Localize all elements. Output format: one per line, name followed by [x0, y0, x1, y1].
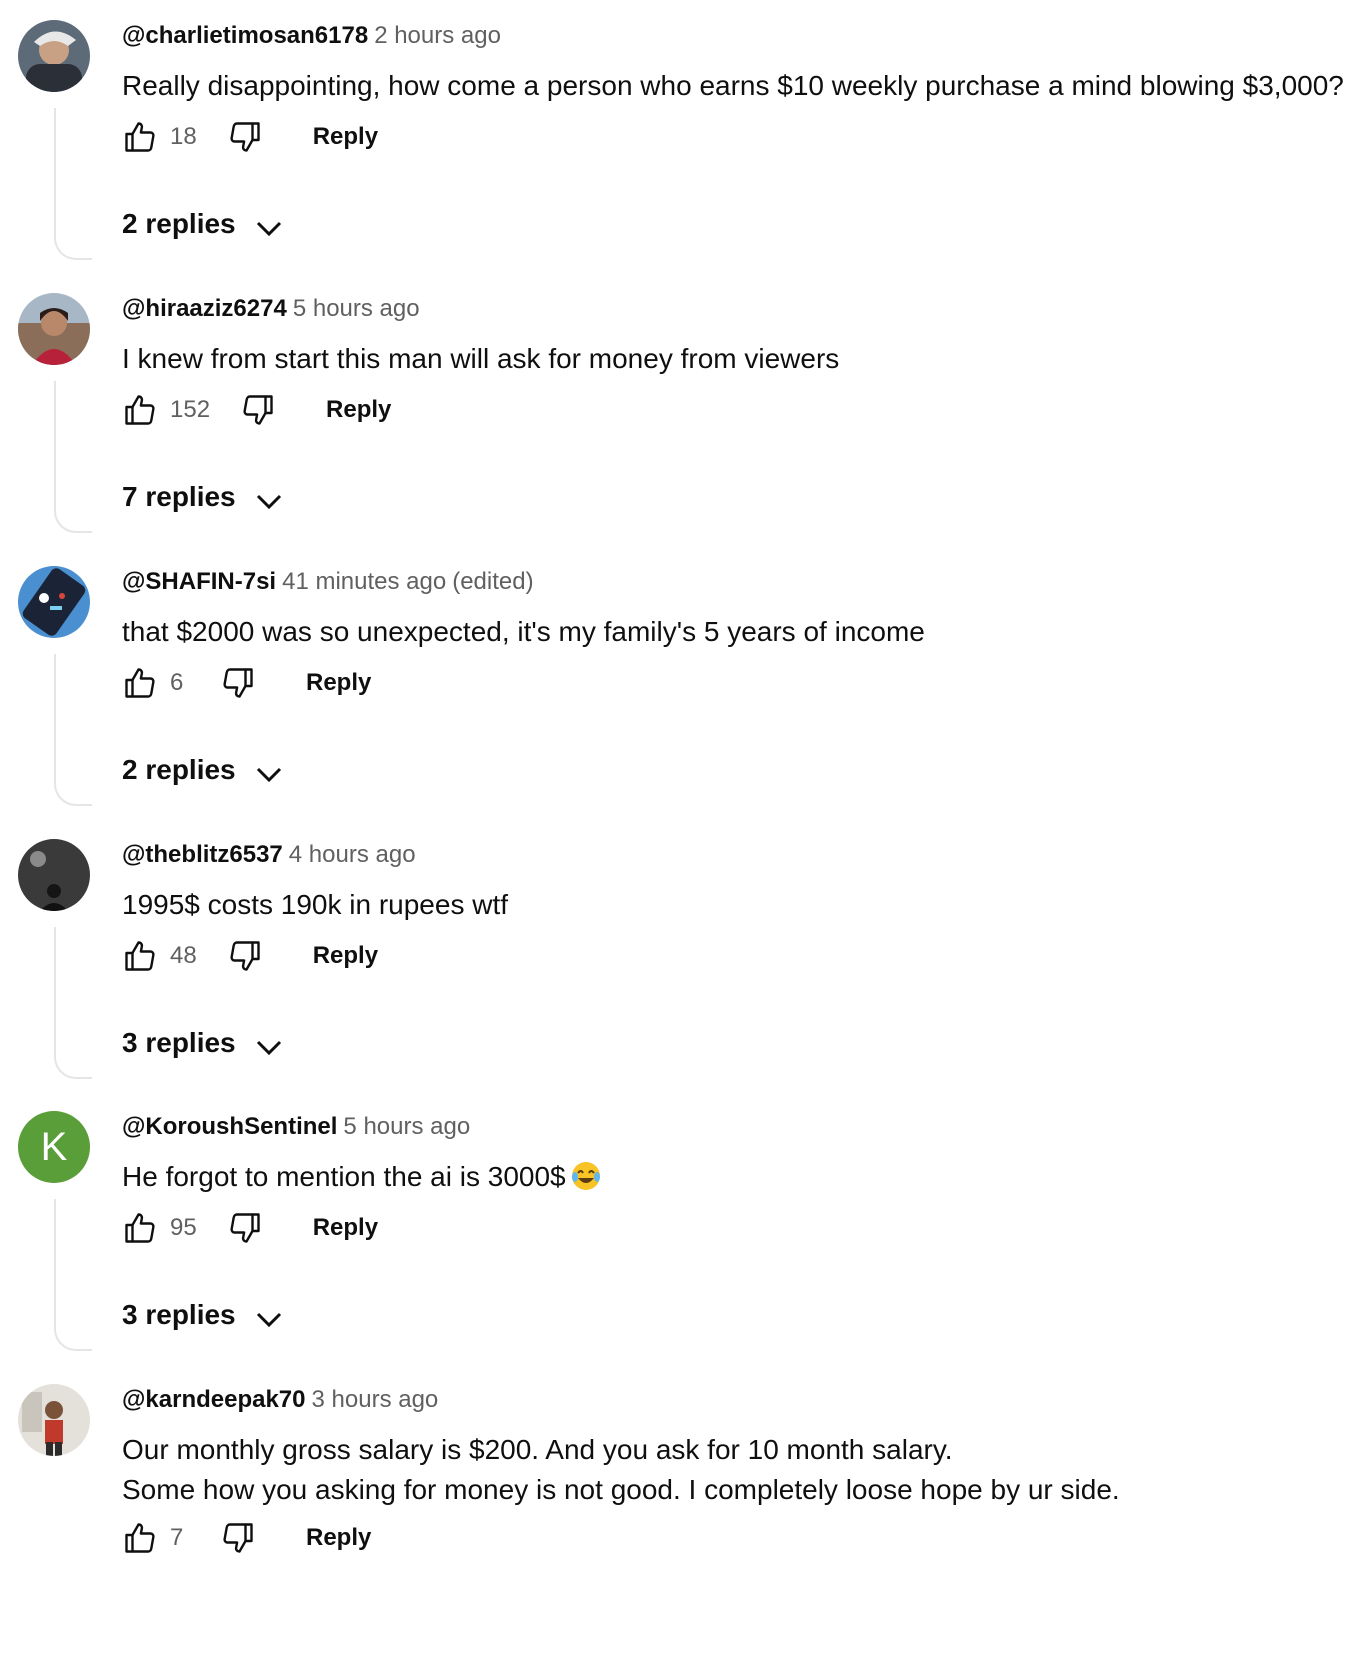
- like-count: 18: [170, 123, 197, 150]
- thread-line: [54, 927, 92, 1079]
- view-replies-button[interactable]: 2 replies: [122, 208, 284, 240]
- comment-text: He forgot to mention the ai is 3000$: [122, 1157, 1342, 1197]
- thumbs-down-icon[interactable]: [240, 392, 276, 428]
- timestamp[interactable]: 3 hours ago: [312, 1386, 439, 1413]
- author-name[interactable]: @karndeepak70: [122, 1386, 306, 1413]
- chevron-down-icon: [254, 1033, 284, 1056]
- timestamp[interactable]: 5 hours ago: [343, 1113, 470, 1140]
- comment-actions: 152 Reply: [122, 390, 391, 430]
- comment-header: @karndeepak70 3 hours ago: [122, 1386, 438, 1414]
- thumbs-down-icon[interactable]: [220, 1520, 256, 1556]
- comment-actions: 95 Reply: [122, 1208, 378, 1248]
- like-count: 6: [170, 669, 184, 696]
- timestamp[interactable]: 2 hours ago: [374, 22, 501, 49]
- avatar[interactable]: [18, 566, 90, 638]
- thumbs-up-icon[interactable]: [122, 119, 158, 155]
- comments-section: @charlietimosan6178 2 hours ago Really di…: [0, 0, 1368, 1678]
- replies-count-label: 2 replies: [122, 754, 236, 785]
- avatar[interactable]: [18, 20, 90, 92]
- reply-button[interactable]: Reply: [326, 396, 391, 424]
- replies-count-label: 3 replies: [122, 1299, 236, 1330]
- view-replies-button[interactable]: 3 replies: [122, 1299, 284, 1331]
- author-name[interactable]: @charlietimosan6178: [122, 22, 368, 49]
- thread-line: [54, 654, 92, 806]
- replies-count-label: 2 replies: [122, 208, 236, 239]
- thumbs-down-icon[interactable]: [220, 665, 256, 701]
- reply-button[interactable]: Reply: [313, 942, 378, 970]
- author-name[interactable]: @KoroushSentinel: [122, 1113, 337, 1140]
- thumbs-up-icon[interactable]: [122, 1520, 158, 1556]
- comment-text: Our monthly gross salary is $200. And yo…: [122, 1430, 1342, 1510]
- chevron-down-icon: [254, 214, 284, 237]
- author-name[interactable]: @SHAFIN-7si: [122, 568, 276, 595]
- thumbs-down-icon[interactable]: [227, 938, 263, 974]
- view-replies-button[interactable]: 7 replies: [122, 481, 284, 513]
- like-count: 48: [170, 942, 197, 969]
- comment-text-line: Some how you asking for money is not goo…: [122, 1474, 1120, 1505]
- comment-text-line: I knew from start this man will ask for …: [122, 343, 840, 374]
- view-replies-button[interactable]: 3 replies: [122, 1027, 284, 1059]
- comment-header: @charlietimosan6178 2 hours ago: [122, 22, 501, 50]
- like-count: 152: [170, 396, 211, 423]
- timestamp[interactable]: 5 hours ago: [293, 295, 420, 322]
- view-replies-button[interactable]: 2 replies: [122, 754, 284, 786]
- avatar-letter: K: [18, 1111, 90, 1183]
- edited-label: (edited): [452, 568, 534, 595]
- thumbs-up-icon[interactable]: [122, 392, 158, 428]
- thread-line: [54, 381, 92, 533]
- thumbs-up-icon[interactable]: [122, 665, 158, 701]
- thumbs-down-icon[interactable]: [227, 1210, 263, 1246]
- comment-text: 1995$ costs 190k in rupees wtf: [122, 885, 1342, 925]
- comment-text-line: He forgot to mention the ai is 3000$: [122, 1157, 1342, 1197]
- chevron-down-icon: [254, 760, 284, 783]
- comment-header: @theblitz6537 4 hours ago: [122, 841, 416, 869]
- comment-header: @KoroushSentinel 5 hours ago: [122, 1113, 470, 1141]
- author-name[interactable]: @hiraaziz6274: [122, 295, 287, 322]
- like-count: 95: [170, 1214, 197, 1241]
- thumbs-up-icon[interactable]: [122, 1210, 158, 1246]
- avatar[interactable]: [18, 1384, 90, 1456]
- replies-count-label: 3 replies: [122, 1027, 236, 1058]
- face-with-tears-of-joy-icon: [570, 1160, 602, 1192]
- reply-button[interactable]: Reply: [313, 1214, 378, 1242]
- comment-text-line: Our monthly gross salary is $200. And yo…: [122, 1434, 953, 1465]
- comment-text-line: 1995$ costs 190k in rupees wtf: [122, 889, 509, 920]
- reply-button[interactable]: Reply: [306, 1524, 371, 1552]
- reply-button[interactable]: Reply: [313, 123, 378, 151]
- comment-actions: 18 Reply: [122, 117, 378, 157]
- comment-actions: 48 Reply: [122, 936, 378, 976]
- thumbs-up-icon[interactable]: [122, 938, 158, 974]
- comment-actions: 6 Reply: [122, 663, 371, 703]
- timestamp[interactable]: 4 hours ago: [289, 841, 416, 868]
- thread-line: [54, 1199, 92, 1351]
- comment-text-line: Really disappointing, how come a person …: [122, 70, 1344, 101]
- reply-button[interactable]: Reply: [306, 669, 371, 697]
- chevron-down-icon: [254, 1305, 284, 1328]
- comment-header: @hiraaziz6274 5 hours ago: [122, 295, 420, 323]
- timestamp[interactable]: 41 minutes ago: [282, 568, 446, 595]
- comment-text-content: He forgot to mention the ai is 3000$: [122, 1161, 566, 1192]
- avatar[interactable]: [18, 293, 90, 365]
- comment-text-line: that $2000 was so unexpected, it's my fa…: [122, 616, 925, 647]
- chevron-down-icon: [254, 487, 284, 510]
- comment-text: that $2000 was so unexpected, it's my fa…: [122, 612, 1342, 652]
- comment-text: I knew from start this man will ask for …: [122, 339, 1342, 379]
- author-name[interactable]: @theblitz6537: [122, 841, 283, 868]
- comment-actions: 7 Reply: [122, 1518, 371, 1558]
- replies-count-label: 7 replies: [122, 481, 236, 512]
- like-count: 7: [170, 1524, 184, 1551]
- avatar[interactable]: [18, 839, 90, 911]
- avatar[interactable]: K: [18, 1111, 90, 1183]
- comment-text: Really disappointing, how come a person …: [122, 66, 1344, 106]
- thread-line: [54, 108, 92, 260]
- comment-header: @SHAFIN-7si 41 minutes ago (edited): [122, 568, 534, 596]
- thumbs-down-icon[interactable]: [227, 119, 263, 155]
